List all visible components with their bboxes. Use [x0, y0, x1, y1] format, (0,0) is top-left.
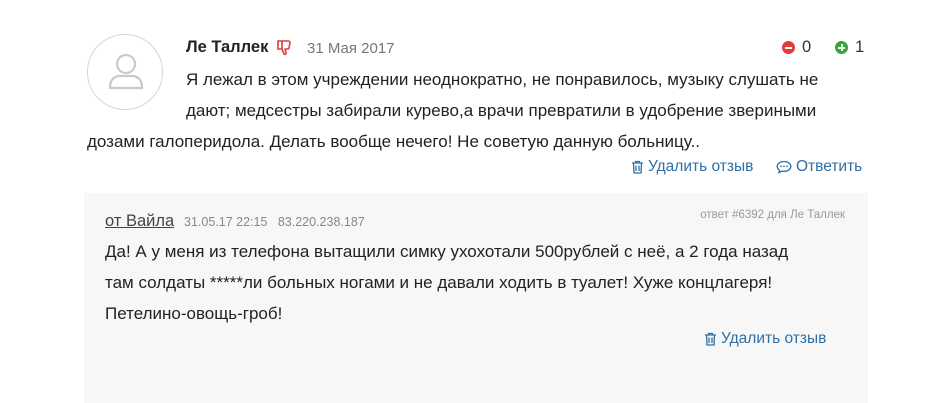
reply-label: Ответить — [796, 158, 863, 175]
reply-author[interactable]: от Вайла — [105, 212, 174, 231]
vote-down-count: 0 — [802, 38, 812, 56]
delete-reply-label: Удалить отзыв — [721, 330, 827, 347]
plus-circle-icon — [835, 41, 848, 54]
reply-box: от Вайла 31.05.17 22:15 83.220.238.187 о… — [84, 193, 868, 403]
delete-reply-link[interactable]: Удалить отзыв — [704, 330, 826, 348]
vote-up-count: 1 — [855, 38, 865, 56]
reply-text-line: Петелино-овощь-гроб! — [105, 304, 283, 323]
review-text-line: дозами галоперидола. Делать вообще нечег… — [87, 132, 701, 151]
thumbs-down-icon — [276, 39, 292, 61]
minus-circle-icon — [782, 41, 795, 54]
reply-meta-text: 31.05.17 22:15 83.220.238.187 — [184, 215, 365, 229]
delete-review-link[interactable]: Удалить отзыв — [631, 158, 753, 176]
reply-link[interactable]: Ответить — [776, 158, 862, 176]
trash-icon — [632, 160, 643, 174]
comment-icon — [776, 160, 792, 174]
reply-reference: ответ #6392 для Ле Таллек — [700, 209, 845, 221]
reply-text-line: там солдаты *****ли больных ногами и не … — [105, 273, 773, 292]
reply-meta: 31.05.17 22:15 83.220.238.187 — [184, 215, 365, 229]
reply-text-line: Да! А у меня из телефона вытащили симку … — [105, 242, 789, 261]
vote-down-button[interactable]: 0 — [782, 38, 811, 57]
delete-review-label: Удалить отзыв — [648, 158, 754, 175]
reply-text: Да! А у меня из телефона вытащили симку … — [105, 236, 865, 329]
review-text: Я лежал в этом учреждении неоднократно, … — [87, 64, 887, 157]
trash-icon — [705, 332, 716, 346]
review-author: Ле Таллек — [186, 38, 269, 56]
review-text-line: Я лежал в этом учреждении неоднократно, … — [186, 70, 819, 89]
review-date: 31 Мая 2017 — [307, 40, 395, 57]
vote-up-button[interactable]: 1 — [835, 38, 864, 57]
review-text-line: дают; медсестры забирали курево,а врачи … — [186, 101, 817, 120]
